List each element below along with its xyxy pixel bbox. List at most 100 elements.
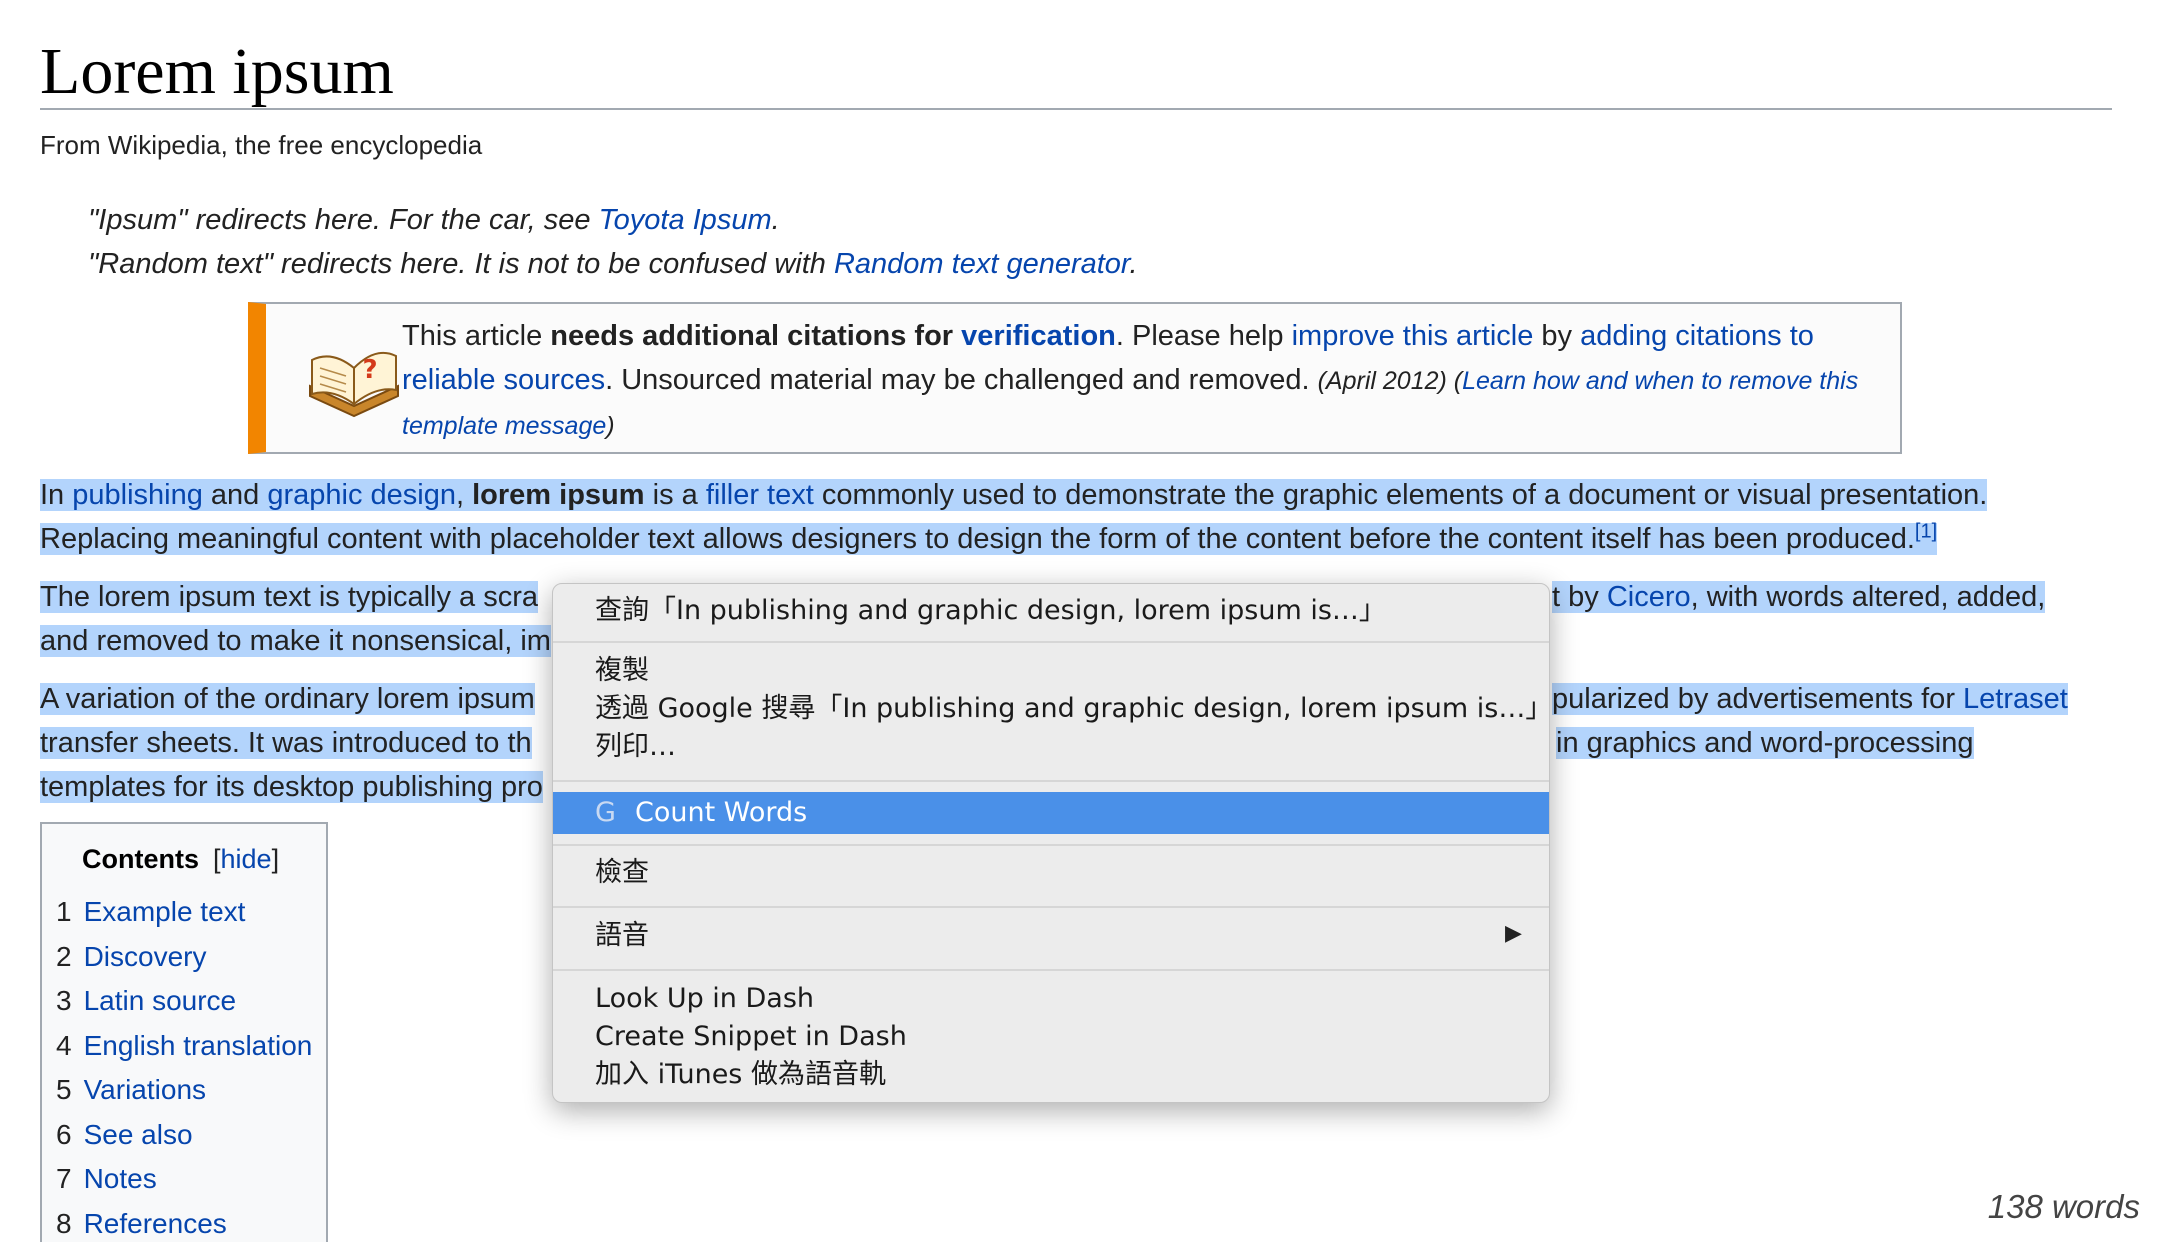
letraset-link[interactable]: Letraset [1963, 683, 2068, 715]
hatnote-punct: . [771, 204, 780, 236]
toc-link-latin-source[interactable]: Latin source [84, 985, 237, 1016]
notice-date: (April 2012) [1317, 367, 1447, 395]
paragraph-variation-line2-right: in graphics and word-processing [1556, 721, 2116, 765]
selected-text: In publishing and graphic design, lorem … [40, 479, 1988, 511]
wikipedia-page: Lorem ipsum From Wikipedia, the free enc… [0, 0, 2162, 1242]
toc-hide-link[interactable]: hide [221, 844, 272, 874]
toc-item: 6 See also [56, 1113, 312, 1158]
menu-item-count-words[interactable]: G Count Words [553, 792, 1549, 834]
text: is a [644, 479, 706, 511]
count-words-label: Count Words [635, 797, 808, 828]
toc-item: 8 References [56, 1202, 312, 1242]
selected-text: transfer sheets. It was introduced to th [40, 727, 532, 759]
menu-item-lookup-dash[interactable]: Look Up in Dash [595, 980, 814, 1018]
hatnote-punct: . [1129, 248, 1138, 280]
selected-text: Replacing meaningful content with placeh… [40, 520, 1938, 555]
table-of-contents: Contents [hide] 1 Example text 2 Discovery … [40, 822, 328, 1242]
toc-number: 8 [56, 1207, 72, 1239]
selected-text: t by Cicero, with words altered, added, [1552, 581, 2046, 613]
text: commonly used to demonstrate the graphic… [813, 479, 1988, 511]
toc-number: 7 [56, 1163, 72, 1194]
menu-separator [553, 906, 1549, 908]
random-text-generator-link[interactable]: Random text generator [834, 248, 1130, 280]
selected-text: The lorem ipsum text is typically a scra [40, 581, 538, 613]
publishing-link[interactable]: publishing [72, 479, 203, 511]
menu-item-snippet-dash[interactable]: Create Snippet in Dash [595, 1018, 907, 1056]
menu-item-inspect[interactable]: 檢查 [595, 854, 649, 892]
improve-article-link[interactable]: improve this article [1292, 320, 1534, 352]
bold-term: lorem ipsum [472, 479, 645, 511]
menu-item-copy[interactable]: 複製 [595, 652, 649, 690]
notice-text-part: by [1533, 320, 1581, 352]
text: transfer sheets. It was introduced to th [40, 727, 532, 759]
text: in graphics and word-processing [1556, 727, 1974, 759]
menu-separator [553, 780, 1549, 782]
toc-list: 1 Example text 2 Discovery 3 Latin source 4… [56, 890, 312, 1242]
notice-text: This article needs additional citations … [402, 314, 1872, 448]
toc-number: 3 [56, 985, 72, 1016]
menu-separator [553, 969, 1549, 971]
verification-link[interactable]: verification [961, 320, 1116, 352]
toc-link-english-translation[interactable]: English translation [84, 1030, 313, 1061]
page-title: Lorem ipsum [40, 35, 394, 108]
text: In [40, 479, 73, 511]
selected-text: in graphics and word-processing [1556, 727, 1974, 759]
toc-link-discovery[interactable]: Discovery [84, 941, 207, 972]
menu-item-lookup[interactable]: 查詢「In publishing and graphic design, lor… [595, 592, 1386, 630]
svg-text:?: ? [362, 355, 377, 385]
hatnote-text: "Ipsum" redirects here. For the car, see [88, 204, 599, 236]
text: t by [1552, 581, 1607, 613]
menu-item-itunes[interactable]: 加入 iTunes 做為語音軌 [595, 1056, 886, 1094]
selected-text: A variation of the ordinary lorem ipsum [40, 683, 535, 715]
toyota-ipsum-link[interactable]: Toyota Ipsum [599, 204, 772, 236]
notice-text-part: This article [402, 320, 551, 352]
notice-text-part: . Unsourced material may be challenged a… [605, 364, 1318, 396]
menu-separator [553, 641, 1549, 643]
paragraph-origin-right: t by Cicero, with words altered, added, [1552, 575, 2112, 619]
notice-bold: needs additional citations for [550, 320, 962, 352]
paragraph-intro: In publishing and graphic design, lorem … [40, 473, 2130, 561]
text: and [202, 479, 268, 511]
text: A variation of the ordinary lorem ipsum [40, 683, 535, 715]
toc-link-variations[interactable]: Variations [84, 1074, 206, 1105]
toc-heading: Contents [hide] [82, 844, 279, 875]
cicero-link[interactable]: Cicero [1607, 581, 1691, 613]
hatnote-text: "Random text" redirects here. It is not … [88, 248, 834, 280]
toc-link-notes[interactable]: Notes [84, 1163, 157, 1194]
text: and removed to make it nonsensical, im [40, 625, 551, 657]
text: templates for its desktop publishing pro [40, 771, 543, 803]
open-book-question-icon: ? [309, 352, 399, 418]
toc-link-example-text[interactable]: Example text [84, 896, 246, 927]
toc-item: 4 English translation [56, 1024, 312, 1069]
hatnote-random-text: "Random text" redirects here. It is not … [88, 248, 1138, 281]
toc-number: 5 [56, 1074, 72, 1105]
selected-text: and removed to make it nonsensical, im [40, 625, 551, 657]
hatnote-ipsum: "Ipsum" redirects here. For the car, see… [88, 204, 780, 237]
toc-item: 5 Variations [56, 1068, 312, 1113]
toc-item: 3 Latin source [56, 979, 312, 1024]
menu-item-print[interactable]: 列印… [595, 728, 676, 766]
selected-text: templates for its desktop publishing pro [40, 771, 543, 803]
selected-text: pularized by advertisements for Letraset [1552, 683, 2068, 715]
text: pularized by advertisements for [1552, 683, 1964, 715]
toc-item: 2 Discovery [56, 935, 312, 980]
context-menu: 查詢「In publishing and graphic design, lor… [552, 583, 1552, 1103]
reference-1-link[interactable]: [1] [1915, 520, 1937, 542]
graphic-design-link[interactable]: graphic design [267, 479, 456, 511]
filler-text-link[interactable]: filler text [706, 479, 814, 511]
text: , [456, 479, 473, 511]
text: Replacing meaningful content with placeh… [40, 523, 1915, 555]
menu-item-google-search[interactable]: 透過 Google 搜尋「In publishing and graphic d… [595, 690, 1552, 728]
toc-link-see-also[interactable]: See also [84, 1119, 193, 1150]
menu-separator [553, 844, 1549, 846]
page-subtitle: From Wikipedia, the free encyclopedia [40, 130, 483, 160]
toc-number: 4 [56, 1029, 72, 1061]
text: , with words altered, added, [1690, 581, 2046, 613]
toc-item: 7 Notes [56, 1157, 312, 1202]
notice-paren: ) [606, 412, 615, 440]
menu-item-speech[interactable]: 語音 [595, 917, 649, 955]
toc-hide-toggle: [hide] [213, 844, 280, 874]
toc-link-references[interactable]: References [84, 1208, 227, 1239]
submenu-arrow-icon: ▶ [1505, 921, 1522, 946]
text: The lorem ipsum text is typically a scra [40, 581, 538, 613]
